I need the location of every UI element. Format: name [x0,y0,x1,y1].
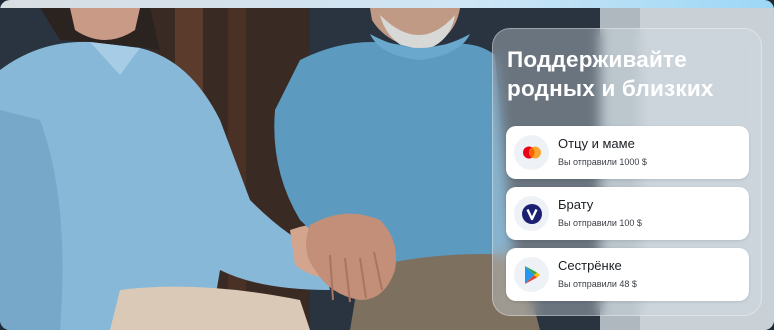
recipient-sent-amount: Вы отправили 100 $ [558,218,642,228]
recipient-sent-amount: Вы отправили 48 $ [558,279,637,289]
panel-title: Поддерживайте родных и близких [507,47,714,101]
recipient-card-sister[interactable]: Сестрёнке Вы отправили 48 $ [506,248,749,301]
visa-v-icon [514,196,549,231]
mastercard-icon [514,135,549,170]
play-store-icon [514,257,549,292]
promo-banner: Поддерживайте родных и близких Отцу и ма… [0,0,774,330]
recipient-card-brother[interactable]: Брату Вы отправили 100 $ [506,187,749,240]
recipient-card-parents[interactable]: Отцу и маме Вы отправили 1000 $ [506,126,749,179]
recipient-sent-amount: Вы отправили 1000 $ [558,157,647,167]
recipient-name: Брату [558,197,594,212]
support-relatives-panel: Поддерживайте родных и близких Отцу и ма… [492,28,762,316]
recipient-name: Сестрёнке [558,258,622,273]
recipient-name: Отцу и маме [558,136,635,151]
